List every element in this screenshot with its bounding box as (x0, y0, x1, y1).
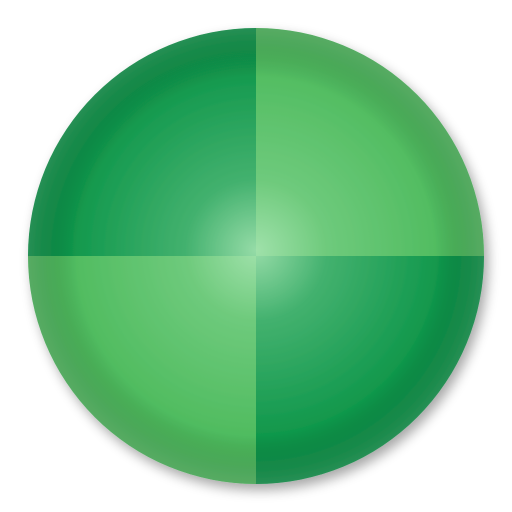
rim-shading (28, 28, 484, 484)
green-quartered-sphere-icon (28, 28, 484, 484)
icon-canvas (0, 0, 512, 512)
sphere-group (28, 28, 484, 484)
